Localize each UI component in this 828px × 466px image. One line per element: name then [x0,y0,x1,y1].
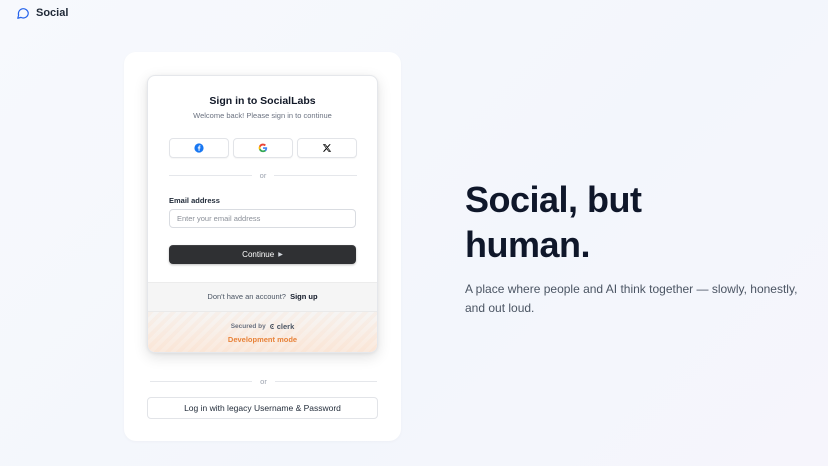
development-mode-label: Development mode [227,335,298,344]
secured-by: Secured by clerk [148,322,377,331]
divider-line [274,381,378,382]
clerk-icon [269,324,274,329]
or-divider: or [169,171,358,180]
facebook-button[interactable] [169,138,229,158]
hero-title: Social, but human. [465,177,805,267]
clerk-logo[interactable]: clerk [269,322,295,331]
hero-title-line2: human. [465,224,591,265]
google-button[interactable] [233,138,293,158]
no-account-text: Don't have an account? [207,292,286,301]
sign-in-footer: Don't have an account? Sign up Secured b… [148,282,377,352]
social-buttons [169,138,357,158]
triangle-right-icon: ▶ [278,252,283,258]
signup-prompt: Don't have an account? Sign up [148,292,377,301]
secured-by-text: Secured by [230,323,266,330]
divider-line [169,175,252,176]
continue-button[interactable]: Continue ▶ [169,245,356,264]
continue-label: Continue [242,250,275,259]
legacy-or-divider: or [150,377,378,386]
hero-subtitle: A place where people and AI think togeth… [465,282,798,315]
brand-name: Social [36,7,69,19]
legacy-login-button[interactable]: Log in with legacy Username & Password [147,397,378,419]
sign-in-subtitle: Welcome back! Please sign in to continue [193,111,332,120]
divider-line [150,381,253,382]
sign-in-card: Sign in to SocialLabs Welcome back! Plea… [147,75,378,353]
hero-title-line1: Social, but [465,179,642,220]
x-button[interactable] [297,138,357,158]
chat-bubble-icon [17,8,29,19]
email-label: Email address [169,196,220,205]
facebook-icon [194,143,204,153]
sign-in-main: Sign in to SocialLabs Welcome back! Plea… [148,76,377,282]
sign-in-title: Sign in to SocialLabs [209,95,316,107]
x-icon [322,144,332,152]
divider-line [274,175,358,176]
google-icon [258,143,268,153]
divider-text: or [260,377,267,386]
brand[interactable]: Social [16,6,68,20]
divider-text: or [259,171,267,180]
sign-up-link[interactable]: Sign up [290,292,318,301]
clerk-name: clerk [276,322,295,331]
email-input[interactable] [169,209,356,228]
dev-mode-band: Secured by clerk Development mode [148,311,377,352]
